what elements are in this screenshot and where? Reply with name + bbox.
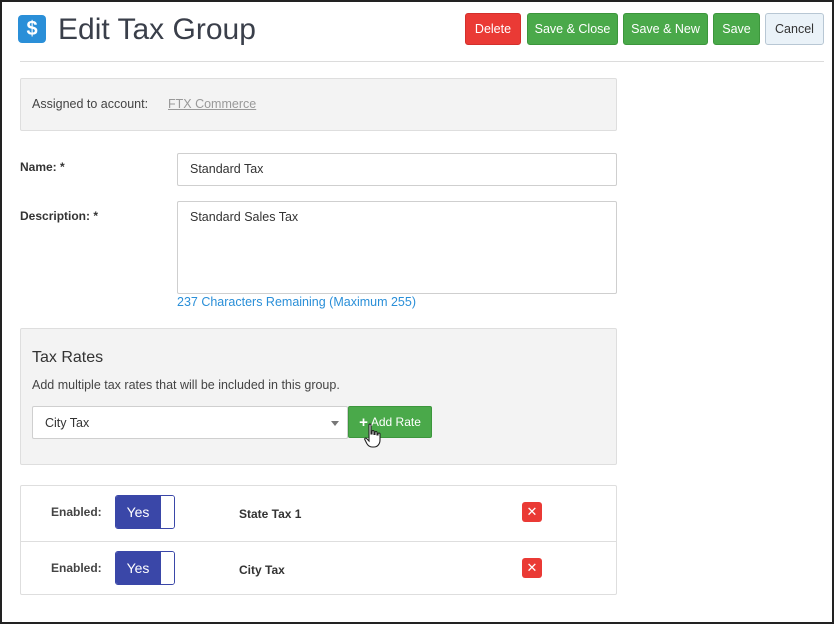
save-close-button[interactable]: Save & Close	[527, 13, 618, 45]
description-textarea[interactable]: Standard Sales Tax	[177, 201, 617, 294]
remove-icon[interactable]: ✕	[522, 502, 542, 522]
enabled-label: Enabled:	[51, 561, 102, 575]
tax-rate-select[interactable]: City Tax	[32, 406, 348, 439]
char-count: 237 Characters Remaining (Maximum 255)	[177, 295, 416, 309]
remove-icon[interactable]: ✕	[522, 558, 542, 578]
tax-rate-name: City Tax	[239, 563, 285, 577]
name-input[interactable]: Standard Tax	[177, 153, 617, 186]
enabled-toggle[interactable]: Yes	[115, 551, 175, 585]
tax-rates-panel: Tax Rates Add multiple tax rates that wi…	[20, 328, 617, 465]
dollar-icon: $	[18, 15, 46, 43]
tax-rate-select-value: City Tax	[45, 416, 90, 430]
tax-rate-row: Enabled: Yes State Tax 1 ✕	[21, 486, 616, 541]
tax-rates-title: Tax Rates	[32, 349, 104, 366]
page-title: Edit Tax Group	[58, 13, 256, 46]
tax-rate-list: Enabled: Yes State Tax 1 ✕ Enabled: Yes …	[20, 485, 617, 595]
tax-rates-description: Add multiple tax rates that will be incl…	[32, 378, 340, 392]
toggle-on-label: Yes	[116, 496, 160, 528]
account-label: Assigned to account:	[32, 97, 149, 111]
add-rate-button[interactable]: + Add Rate	[348, 406, 432, 438]
description-label: Description: *	[20, 209, 99, 223]
app-window: $ Edit Tax Group Delete Save & Close Sav…	[0, 0, 834, 624]
save-new-button[interactable]: Save & New	[623, 13, 708, 45]
toggle-on-label: Yes	[116, 552, 160, 584]
account-link[interactable]: FTX Commerce	[168, 97, 256, 111]
hand-cursor-icon	[364, 423, 381, 448]
enabled-toggle[interactable]: Yes	[115, 495, 175, 529]
header-divider	[20, 61, 824, 62]
save-button[interactable]: Save	[713, 13, 760, 45]
toggle-handle	[160, 496, 174, 528]
account-panel: Assigned to account: FTX Commerce	[20, 78, 617, 131]
tax-rate-row: Enabled: Yes City Tax ✕	[21, 541, 616, 596]
caret-down-icon	[331, 421, 339, 426]
delete-button[interactable]: Delete	[465, 13, 521, 45]
enabled-label: Enabled:	[51, 505, 102, 519]
page-header: $ Edit Tax Group Delete Save & Close Sav…	[2, 2, 832, 62]
name-label: Name: *	[20, 160, 65, 174]
tax-rate-name: State Tax 1	[239, 507, 302, 521]
toggle-handle	[160, 552, 174, 584]
cancel-button[interactable]: Cancel	[765, 13, 824, 45]
